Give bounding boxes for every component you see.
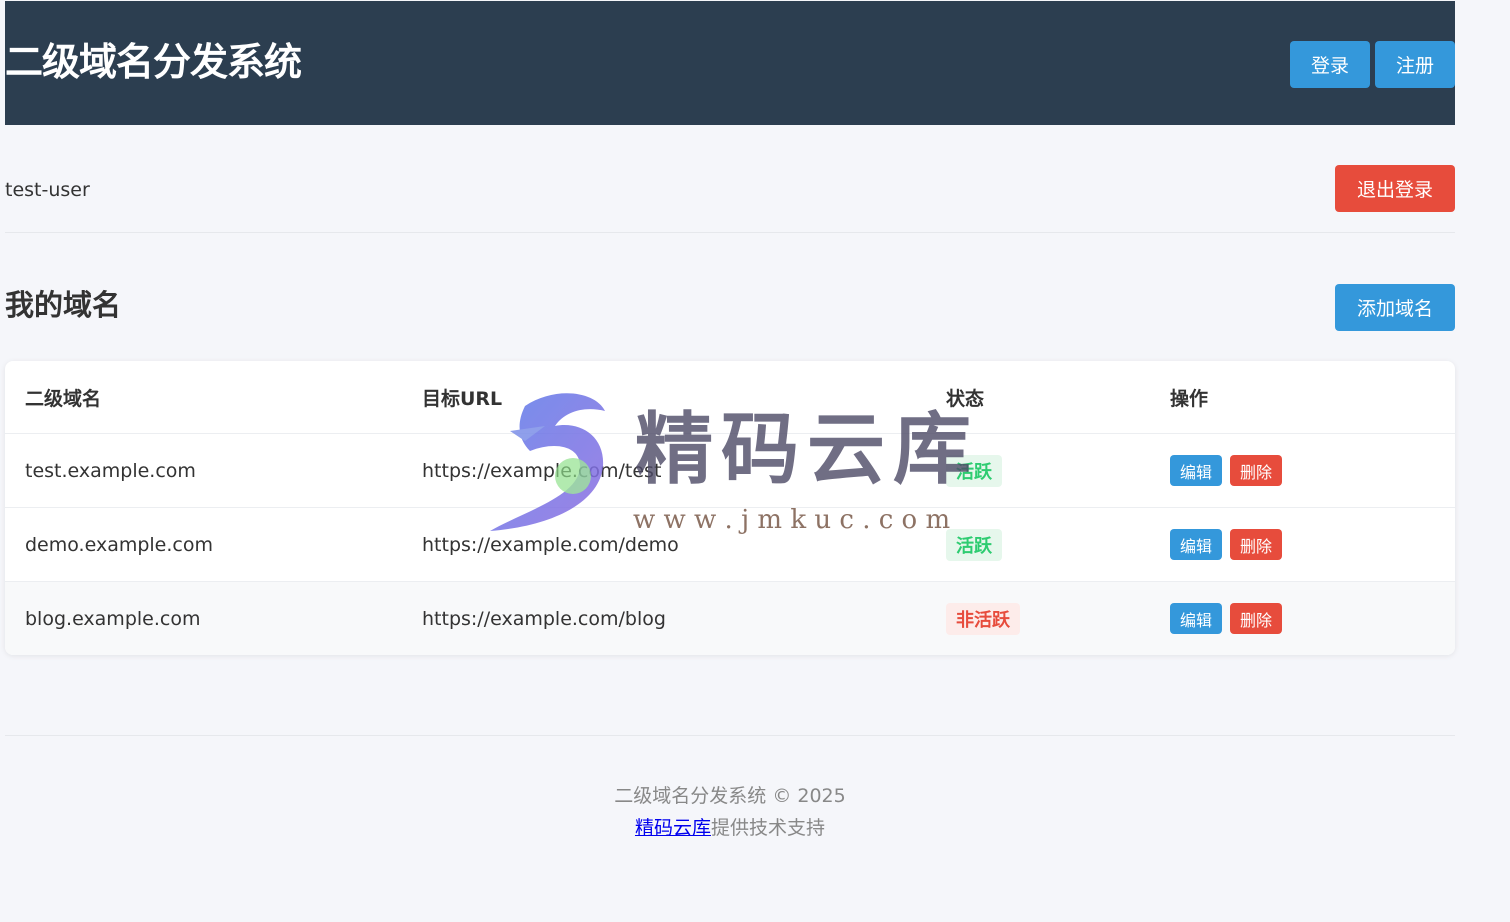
site-title: 二级域名分发系统 [5,40,302,84]
logout-button[interactable]: 退出登录 [1335,165,1455,212]
page-container: 二级域名分发系统 登录 注册 test-user 退出登录 我的域名 添加域名 … [5,1,1455,844]
username: test-user [5,179,90,201]
table-header-row: 二级域名 目标URL 状态 操作 [5,361,1455,434]
subdomain-cell: blog.example.com [5,581,402,655]
col-target-url: 目标URL [402,361,926,434]
domains-section-header: 我的域名 添加域名 [5,233,1455,361]
auth-buttons: 登录 注册 [1290,41,1455,88]
site-footer: 二级域名分发系统 © 2025 精码云库提供技术支持 [5,735,1455,844]
table-row: demo.example.com https://example.com/dem… [5,507,1455,582]
actions-cell: 编辑 删除 [1150,581,1455,655]
status-cell: 非活跃 [926,581,1150,655]
delete-button[interactable]: 删除 [1230,529,1283,560]
delete-button[interactable]: 删除 [1230,603,1283,634]
footer-link[interactable]: 精码云库 [635,817,711,839]
domains-table: 二级域名 目标URL 状态 操作 test.example.com https:… [5,361,1455,655]
domains-title: 我的域名 [5,288,122,322]
target-url-cell: https://example.com/blog [402,581,926,655]
edit-button[interactable]: 编辑 [1170,529,1223,560]
login-button[interactable]: 登录 [1290,41,1370,88]
register-button[interactable]: 注册 [1375,41,1455,88]
delete-button[interactable]: 删除 [1230,455,1283,486]
status-cell: 活跃 [926,433,1150,508]
status-cell: 活跃 [926,507,1150,582]
col-status: 状态 [926,361,1150,434]
status-badge: 活跃 [946,454,1002,487]
footer-copyright: 二级域名分发系统 © 2025 [614,785,846,807]
edit-button[interactable]: 编辑 [1170,455,1223,486]
table-row: blog.example.com https://example.com/blo… [5,581,1455,655]
col-subdomain: 二级域名 [5,361,402,434]
actions-cell: 编辑 删除 [1150,433,1455,508]
footer-support-text: 提供技术支持 [711,817,826,839]
table-row: test.example.com https://example.com/tes… [5,433,1455,508]
add-domain-button[interactable]: 添加域名 [1335,284,1455,331]
domains-table-card: 二级域名 目标URL 状态 操作 test.example.com https:… [5,361,1455,655]
target-url-cell: https://example.com/demo [402,507,926,582]
actions-cell: 编辑 删除 [1150,507,1455,582]
subdomain-cell: test.example.com [5,433,402,508]
site-header: 二级域名分发系统 登录 注册 [5,1,1455,125]
subdomain-cell: demo.example.com [5,507,402,582]
user-bar: test-user 退出登录 [5,125,1455,233]
status-badge: 非活跃 [946,602,1020,635]
col-actions: 操作 [1150,361,1455,434]
target-url-cell: https://example.com/test [402,433,926,508]
status-badge: 活跃 [946,528,1002,561]
edit-button[interactable]: 编辑 [1170,603,1223,634]
footer-support: 精码云库提供技术支持 [5,812,1455,844]
